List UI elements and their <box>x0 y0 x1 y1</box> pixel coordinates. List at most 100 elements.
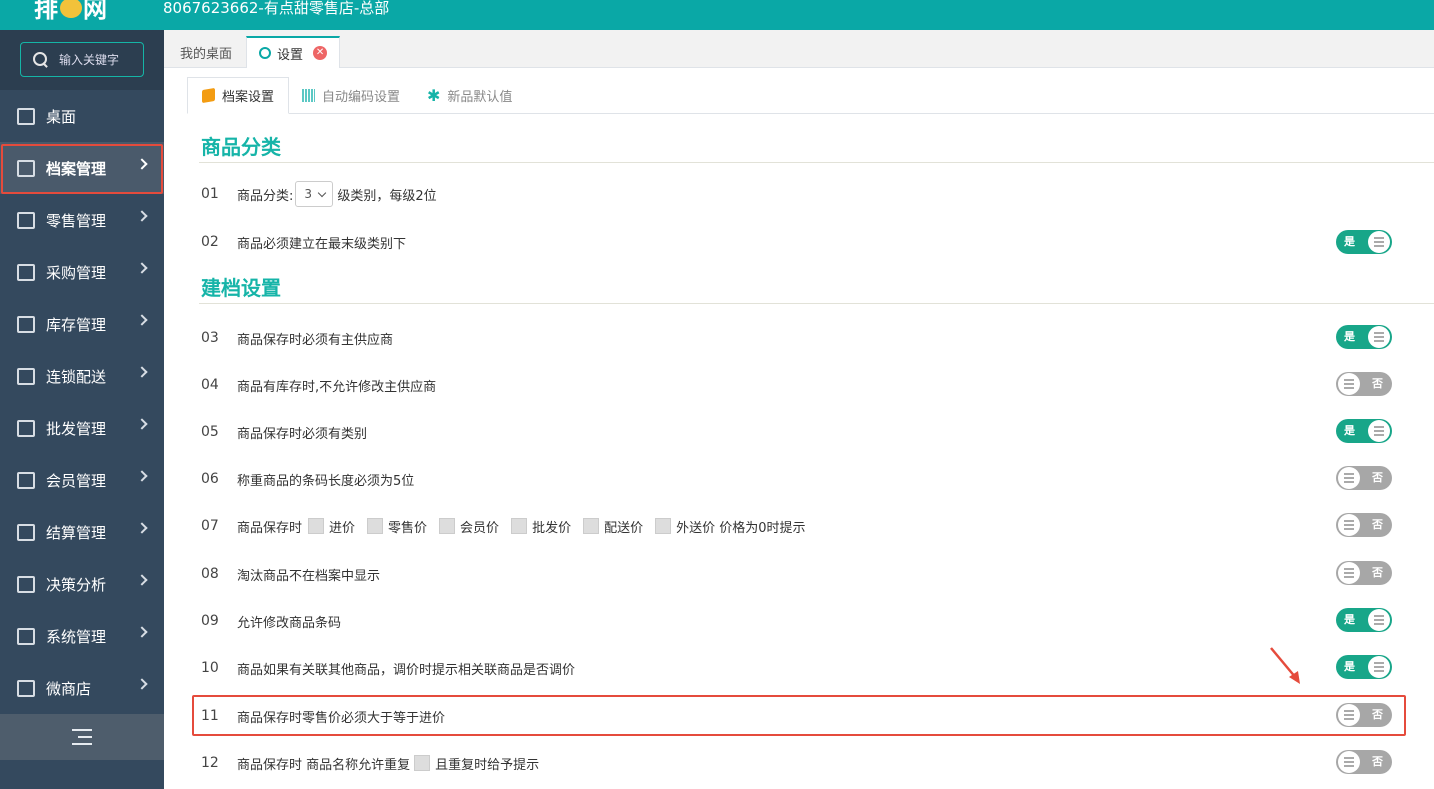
sidebar-item-system[interactable]: 系统管理 <box>0 610 164 662</box>
checkbox-duplicate-name[interactable] <box>414 755 431 771</box>
toggle-label: 是 <box>1344 613 1355 626</box>
row-label: 商品如果有关联其他商品，调价时提示相关联商品是否调价 <box>237 662 576 678</box>
sidebar-item-retail[interactable]: 零售管理 <box>0 194 164 246</box>
toggle-switch[interactable]: 否 <box>1336 513 1392 537</box>
wholesale-icon <box>16 418 36 438</box>
chevron-right-icon <box>136 470 148 482</box>
toggle-label: 否 <box>1372 566 1383 579</box>
tab-settings-label: 设置 <box>277 47 304 63</box>
row-label: 商品保存时 商品名称允许重复 <box>237 757 411 773</box>
sidebar-collapse-button[interactable] <box>0 714 164 760</box>
toggle-switch[interactable]: 否 <box>1336 750 1392 774</box>
menu-collapse-icon <box>72 729 92 745</box>
checkbox-cost-price[interactable] <box>308 518 325 534</box>
search-input[interactable]: 输入关键字 <box>20 42 144 77</box>
sidebar-item-archive[interactable]: 档案管理 <box>0 142 164 194</box>
row-number: 02 <box>201 234 219 250</box>
sidebar-item-settlement[interactable]: 结算管理 <box>0 506 164 558</box>
setting-row-04: 04 商品有库存时,不允许修改主供应商 否 <box>199 362 1434 408</box>
chart-icon <box>16 574 36 594</box>
purchase-icon <box>16 262 36 282</box>
setting-row-03: 03 商品保存时必须有主供应商 是 <box>199 315 1434 361</box>
toggle-switch[interactable]: 是 <box>1336 655 1392 679</box>
toggle-switch[interactable]: 是 <box>1336 608 1392 632</box>
subtab-archive[interactable]: 档案设置 <box>187 77 290 114</box>
tab-settings[interactable]: 设置 ✕ <box>246 36 341 68</box>
toggle-switch[interactable]: 否 <box>1336 372 1392 396</box>
sidebar-item-inventory[interactable]: 库存管理 <box>0 298 164 350</box>
toggle-knob <box>1338 467 1360 489</box>
sidebar-item-desktop[interactable]: 桌面 <box>0 90 164 142</box>
setting-row-02: 02 商品必须建立在最末级类别下 是 <box>199 219 1434 265</box>
option-label: 配送价 <box>604 520 644 536</box>
setting-row-01: 01 商品分类: 3 级类别，每级2位 <box>199 171 1434 217</box>
sidebar-item-label: 决策分析 <box>46 575 107 594</box>
option-label: 外送价 价格为0时提示 <box>676 520 806 536</box>
toggle-label: 是 <box>1344 660 1355 673</box>
checkbox-retail-price[interactable] <box>367 518 384 534</box>
row-label: 商品保存时 <box>237 520 303 536</box>
row-number: 04 <box>201 377 219 393</box>
toggle-knob <box>1338 373 1360 395</box>
category-level-select[interactable]: 3 <box>295 181 334 207</box>
monitor-icon <box>16 106 36 126</box>
row-label: 商品必须建立在最末级类别下 <box>237 236 407 252</box>
toggle-switch[interactable]: 是 <box>1336 325 1392 349</box>
store-icon <box>16 210 36 230</box>
sidebar-item-member[interactable]: 会员管理 <box>0 454 164 506</box>
sidebar-item-wholesale[interactable]: 批发管理 <box>0 402 164 454</box>
sidebar-item-purchase[interactable]: 采购管理 <box>0 246 164 298</box>
sidebar-item-label: 结算管理 <box>46 523 107 542</box>
toggle-switch[interactable]: 否 <box>1336 561 1392 585</box>
chevron-right-icon <box>136 210 148 222</box>
search-icon <box>33 51 49 68</box>
toggle-label: 否 <box>1372 518 1383 531</box>
tab-home[interactable]: 我的桌面 <box>166 36 246 68</box>
setting-row-11: 11 商品保存时零售价必须大于等于进价 否 <box>199 693 1434 739</box>
barcode-icon <box>302 89 315 102</box>
sidebar-item-label: 系统管理 <box>46 627 107 646</box>
checkbox-wholesale-price[interactable] <box>511 518 528 534</box>
setting-row-06: 06 称重商品的条码长度必须为5位 否 <box>199 456 1434 502</box>
close-icon[interactable]: ✕ <box>313 46 328 60</box>
row-label: 商品分类: <box>237 188 294 204</box>
toggle-switch[interactable]: 否 <box>1336 466 1392 490</box>
checkbox-member-price[interactable] <box>439 518 456 534</box>
row-label: 商品保存时零售价必须大于等于进价 <box>237 710 446 726</box>
row-label: 商品保存时必须有类别 <box>237 426 368 442</box>
option-label: 零售价 <box>388 520 428 536</box>
sidebar-item-microstore[interactable]: 微商店 <box>0 662 164 714</box>
select-value: 3 <box>304 187 313 201</box>
store-title: 8067623662-有点甜零售店-总部 <box>163 0 390 17</box>
checkbox-takeout-price[interactable] <box>655 518 672 534</box>
sidebar-item-analysis[interactable]: 决策分析 <box>0 558 164 610</box>
row-number: 05 <box>201 424 219 440</box>
toggle-switch[interactable]: 否 <box>1336 703 1392 727</box>
logo: 排网 <box>34 0 108 23</box>
toggle-label: 是 <box>1344 235 1355 248</box>
row-number: 06 <box>201 471 219 487</box>
row-number: 11 <box>201 708 219 724</box>
row-number: 12 <box>201 755 219 771</box>
section-title-archive: 建档设置 <box>201 276 281 300</box>
row-number: 08 <box>201 566 219 582</box>
inventory-icon <box>16 314 36 334</box>
tab-strip: 我的桌面 设置 ✕ <box>164 30 1434 68</box>
search-placeholder: 输入关键字 <box>59 53 120 67</box>
row-label: 淘汰商品不在档案中显示 <box>237 568 381 584</box>
toggle-switch[interactable]: 是 <box>1336 419 1392 443</box>
chevron-right-icon <box>136 314 148 326</box>
chevron-right-icon <box>136 626 148 638</box>
setting-row-12: 12 商品保存时 商品名称允许重复 且重复时给予提示 否 <box>199 740 1434 786</box>
bag-icon <box>16 678 36 698</box>
gear-icon <box>16 626 36 646</box>
subtab-defaults[interactable]: ✱ 新品默认值 <box>413 77 526 114</box>
toggle-switch[interactable]: 是 <box>1336 230 1392 254</box>
subtab-autocode[interactable]: 自动编码设置 <box>288 77 414 114</box>
row-number: 10 <box>201 660 219 676</box>
checkbox-delivery-price[interactable] <box>583 518 600 534</box>
sidebar-item-distribution[interactable]: 连锁配送 <box>0 350 164 402</box>
toggle-knob <box>1368 231 1390 253</box>
book-icon <box>202 87 215 104</box>
gear-icon <box>259 47 271 59</box>
